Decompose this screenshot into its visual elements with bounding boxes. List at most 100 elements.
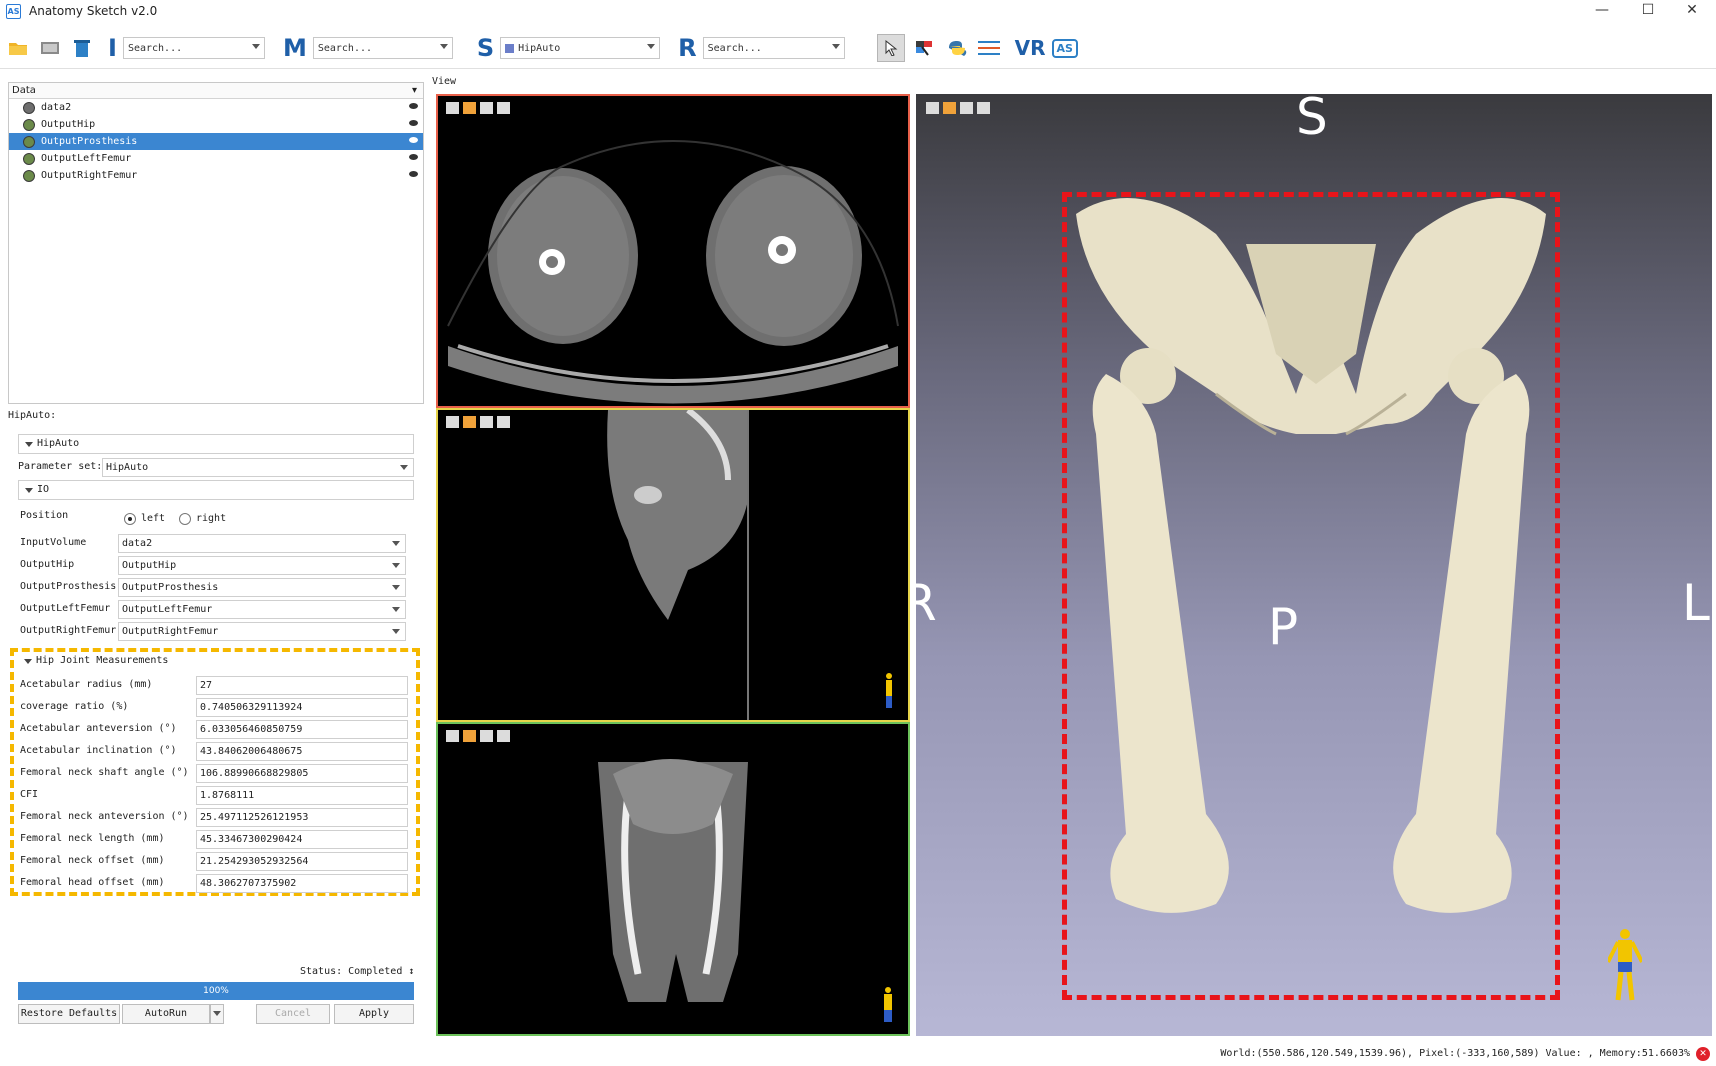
search-m-combo[interactable]: Search... — [312, 37, 453, 59]
io-value: OutputLeftFemur — [122, 604, 213, 615]
link-icon[interactable] — [480, 416, 493, 428]
measurement-value-field[interactable]: 25.497112526121953 — [196, 808, 408, 827]
section-hip-joint-measurements[interactable]: Hip Joint Measurements — [18, 652, 414, 672]
autorun-dropdown-button[interactable] — [210, 1004, 224, 1024]
visibility-eye-icon[interactable] — [409, 154, 418, 160]
tree-item[interactable]: OutputHip — [9, 116, 423, 133]
header-menu-icon[interactable]: ▾ — [412, 83, 417, 99]
camera-icon[interactable] — [497, 416, 510, 428]
layout-icon[interactable] — [446, 730, 459, 742]
link-icon[interactable] — [480, 730, 493, 742]
io-combo[interactable]: OutputHip — [118, 556, 406, 575]
pin-icon[interactable] — [463, 416, 476, 428]
pin-icon[interactable] — [463, 102, 476, 114]
maximize-button[interactable]: ☐ — [1628, 0, 1668, 22]
measurement-value-field[interactable]: 0.740506329113924 — [196, 698, 408, 717]
python-icon[interactable] — [945, 36, 969, 60]
layout-icon[interactable] — [446, 102, 459, 114]
search-i-combo[interactable]: Search... — [122, 37, 265, 59]
camera-icon[interactable] — [497, 102, 510, 114]
apply-button[interactable]: Apply — [334, 1004, 414, 1024]
list-settings-icon[interactable] — [977, 36, 1001, 60]
as-icon[interactable]: AS — [1051, 38, 1078, 58]
orientation-figure-icon — [884, 987, 892, 1022]
section-hipauto[interactable]: HipAuto — [18, 434, 414, 454]
position-right-radio[interactable] — [179, 513, 191, 525]
layout-icon[interactable] — [446, 416, 459, 428]
view-label: View — [432, 76, 457, 87]
cursor-mode-icon[interactable] — [913, 36, 937, 60]
visibility-eye-icon[interactable] — [409, 103, 418, 109]
visibility-eye-icon[interactable] — [409, 171, 418, 177]
io-label: OutputLeftFemur — [20, 603, 111, 614]
roi-dashed-box — [1062, 192, 1560, 1000]
tree-item-label: OutputLeftFemur — [41, 153, 132, 164]
tool-s-icon[interactable]: S — [477, 34, 494, 62]
coronal-view[interactable] — [436, 722, 910, 1036]
tool-m-icon[interactable]: M — [283, 34, 307, 62]
open-folder-icon[interactable] — [6, 36, 30, 60]
measurement-value-field[interactable]: 27 — [196, 676, 408, 695]
io-value: data2 — [122, 538, 153, 549]
error-icon[interactable]: ✕ — [1696, 1047, 1710, 1061]
restore-defaults-button[interactable]: Restore Defaults — [18, 1004, 120, 1024]
visibility-eye-icon[interactable] — [409, 120, 418, 126]
tree-item[interactable]: OutputLeftFemur — [9, 150, 423, 167]
minimize-button[interactable]: — — [1582, 0, 1622, 22]
search-r-text: Search... — [707, 42, 762, 54]
measurement-value-field[interactable]: 1.8768111 — [196, 786, 408, 805]
vr-icon[interactable]: VR — [1015, 36, 1046, 60]
measurement-value-field[interactable]: 21.254293052932564 — [196, 852, 408, 871]
title-bar: AS Anatomy Sketch v2.0 — ☐ ✕ — [0, 0, 1716, 22]
axial-view[interactable] — [436, 94, 910, 408]
io-combo[interactable]: data2 — [118, 534, 406, 553]
io-combo[interactable]: OutputProsthesis — [118, 578, 406, 597]
measurement-label: Femoral neck length (mm) — [20, 833, 165, 844]
io-value: OutputRightFemur — [122, 626, 219, 637]
position-right-label: right — [196, 513, 227, 524]
close-window-button[interactable]: ✕ — [1672, 0, 1712, 22]
measurement-value-field[interactable]: 6.033056460850759 — [196, 720, 408, 739]
section-measure-label: Hip Joint Measurements — [36, 655, 169, 666]
delete-trash-icon[interactable] — [70, 36, 94, 60]
io-value: OutputHip — [122, 560, 177, 571]
parameter-set-label: Parameter set: — [18, 461, 103, 472]
position-left-radio[interactable] — [124, 513, 136, 525]
section-hipauto-label: HipAuto — [37, 438, 80, 449]
measurement-value-field[interactable]: 106.88990668829805 — [196, 764, 408, 783]
3d-view[interactable]: S R P L — [916, 94, 1712, 1036]
tool-r-icon[interactable]: R — [678, 34, 696, 62]
io-combo[interactable]: OutputRightFemur — [118, 622, 406, 641]
module-s-combo[interactable]: HipAuto — [500, 37, 661, 59]
section-io[interactable]: IO — [18, 480, 414, 500]
node-icon — [23, 169, 35, 182]
measurement-value-field[interactable]: 45.33467300290424 — [196, 830, 408, 849]
node-icon — [23, 152, 35, 165]
io-combo[interactable]: OutputLeftFemur — [118, 600, 406, 619]
tool-i-icon[interactable]: I — [108, 34, 117, 62]
camera-icon[interactable] — [497, 730, 510, 742]
data-header-label: Data — [12, 85, 36, 96]
tree-item[interactable]: OutputRightFemur — [9, 167, 423, 184]
pin-icon[interactable] — [463, 730, 476, 742]
search-r-combo[interactable]: Search... — [702, 37, 845, 59]
measurement-label: Acetabular anteversion (°) — [20, 723, 177, 734]
io-label: OutputHip — [20, 559, 75, 570]
collapse-triangle-icon — [25, 442, 33, 447]
chevron-down-icon — [392, 585, 400, 590]
cancel-button[interactable]: Cancel — [256, 1004, 330, 1024]
app-logo: AS — [6, 3, 21, 19]
load-image-icon[interactable] — [38, 36, 62, 60]
autorun-button[interactable]: AutoRun — [122, 1004, 210, 1024]
visibility-eye-icon[interactable] — [409, 137, 418, 143]
module-icon — [505, 43, 515, 53]
measurement-label: Acetabular inclination (°) — [20, 745, 177, 756]
sagittal-view[interactable] — [436, 408, 910, 722]
measurement-value-field[interactable]: 48.3062707375902 — [196, 874, 408, 893]
measurement-value-field[interactable]: 43.84062006480675 — [196, 742, 408, 761]
link-icon[interactable] — [480, 102, 493, 114]
tree-item[interactable]: OutputProsthesis — [9, 133, 423, 150]
parameter-set-combo[interactable]: HipAuto — [102, 458, 414, 477]
pointer-select-icon[interactable] — [876, 34, 905, 62]
tree-item[interactable]: data2 — [9, 99, 423, 116]
